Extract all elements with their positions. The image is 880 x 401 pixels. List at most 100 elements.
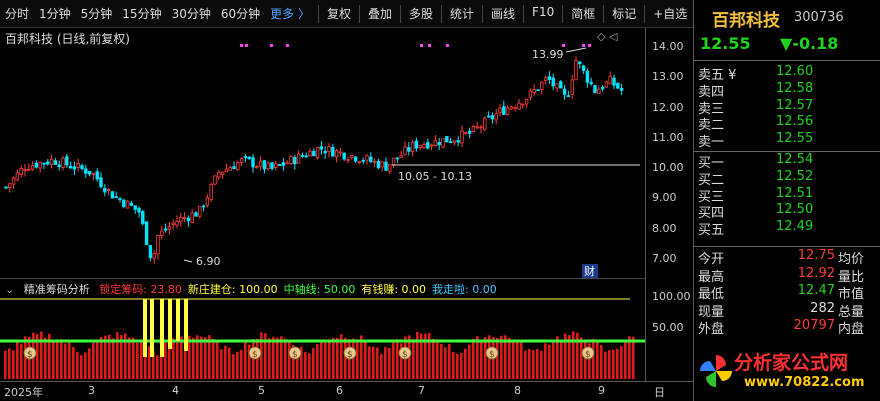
lock-bar <box>268 338 271 379</box>
candle-body <box>323 150 327 154</box>
price-change: ▼-0.18 <box>780 34 839 53</box>
candle-body <box>182 217 187 219</box>
build-spike <box>168 299 172 349</box>
book-label: 卖一 <box>698 135 725 151</box>
lock-bar <box>176 339 179 379</box>
candle-body <box>91 172 96 175</box>
candle-body <box>384 161 388 171</box>
book-price: 12.58 <box>776 80 814 96</box>
period-tab-1[interactable]: 1分钟 <box>34 5 76 22</box>
candle-body <box>122 199 126 207</box>
candle-body <box>604 81 609 88</box>
candle-body <box>479 126 483 129</box>
lock-bar <box>552 341 555 379</box>
candle-body <box>528 90 533 98</box>
date-tick-6: 8 <box>514 384 521 397</box>
candle-body <box>369 156 373 163</box>
lock-bar <box>388 347 391 379</box>
money-bag-symbol: $ <box>292 350 298 360</box>
more-periods-button[interactable]: 更多 〉 <box>265 5 315 22</box>
tool-button-2[interactable]: 多股 <box>404 5 438 23</box>
candle-body <box>517 102 521 110</box>
period-tab-5[interactable]: 60分钟 <box>216 5 265 22</box>
lock-bar <box>324 342 327 379</box>
candle-body <box>236 162 240 171</box>
tool-button-6[interactable]: 简框 <box>566 5 600 23</box>
candle-body <box>437 141 441 146</box>
period-tab-0[interactable]: 分时 <box>0 5 34 22</box>
lock-bar <box>336 337 339 379</box>
lock-bar <box>12 350 15 379</box>
tool-button-3[interactable]: 统计 <box>445 5 479 23</box>
candle-body <box>141 211 145 224</box>
lock-bar <box>548 344 551 379</box>
expand-icon[interactable]: ◇ ◁ <box>597 30 617 43</box>
candle-body <box>380 161 384 168</box>
lock-bar <box>628 336 631 379</box>
date-tick-5: 7 <box>418 384 425 397</box>
logo-url: www.70822.com <box>744 375 865 390</box>
price-tick-6: 8.00 <box>652 221 677 235</box>
candle-body <box>315 147 320 159</box>
lock-bar <box>512 342 515 379</box>
candle-body <box>19 168 23 175</box>
lock-bar <box>96 339 99 379</box>
tool-button-0[interactable]: 复权 <box>322 5 356 23</box>
candle-body <box>502 106 506 115</box>
lock-bar <box>180 336 183 379</box>
lock-bar <box>448 343 451 379</box>
candle-body <box>547 76 552 81</box>
tool-button-8[interactable]: +自选 <box>648 5 692 23</box>
tool-button-5[interactable]: F10 <box>527 5 559 23</box>
tool-button-7[interactable]: 标记 <box>607 5 641 23</box>
lock-bar <box>432 338 435 379</box>
signal-dot <box>588 44 591 47</box>
lock-bar <box>496 337 499 379</box>
lock-bar <box>612 349 615 379</box>
candle-body <box>255 166 259 169</box>
candle-body <box>448 141 453 144</box>
price-tick-1: 13.00 <box>652 70 684 84</box>
indicator-pane[interactable]: $ $ $ $ $ $ $ ⌄ 精准筹码分析 锁定筹码: 23.80 新庄建仓: 100.00… <box>0 278 645 381</box>
book-price: 12.55 <box>776 131 814 147</box>
book-price: 12.51 <box>776 185 814 201</box>
kline-chart[interactable]: 13.99 6.90 10.05 - 10.13 财 百邦科技 (日线,前复权) ◇ … <box>0 28 645 278</box>
bid-row-0: 买一 12.54 <box>694 152 880 171</box>
lock-bar <box>168 344 171 379</box>
period-tabs: 分时 1分钟 5分钟 15分钟 30分钟 60分钟 <box>0 5 265 22</box>
candle-body <box>608 75 612 85</box>
tool-button-1[interactable]: 叠加 <box>363 5 397 23</box>
candle-body <box>217 171 221 178</box>
stat-label: 现量 <box>698 304 725 320</box>
candle-body <box>262 160 267 170</box>
tool-button-4[interactable]: 画线 <box>486 5 520 23</box>
candle-body <box>232 166 236 170</box>
lock-bar <box>472 338 475 379</box>
period-tab-3[interactable]: 15分钟 <box>117 5 166 22</box>
lock-bar <box>456 353 459 379</box>
candle-body <box>498 107 502 114</box>
kline-canvas: 13.99 6.90 10.05 - 10.13 财 <box>4 44 640 278</box>
collapse-icon[interactable]: ⌄ <box>5 283 14 296</box>
candle-body <box>433 139 438 146</box>
candle-body <box>441 138 445 148</box>
lock-bar <box>68 341 71 379</box>
candle-body <box>251 157 255 168</box>
period-tab-4[interactable]: 30分钟 <box>167 5 216 22</box>
range-label: 10.05 - 10.13 <box>398 170 472 183</box>
candle-body <box>555 83 559 89</box>
stat-label: 最高 <box>698 269 725 285</box>
candle-body <box>312 150 316 157</box>
lock-bar <box>200 336 203 379</box>
indicator-value-3: 有钱赚: 0.00 <box>361 283 427 296</box>
indicator-tick-1: 50.00 <box>652 321 684 334</box>
candle-body <box>509 106 514 110</box>
period-tab-2[interactable]: 5分钟 <box>76 5 118 22</box>
date-tick-4: 6 <box>336 384 343 397</box>
lock-bar <box>88 348 91 379</box>
candle-body <box>247 156 251 160</box>
candle-body <box>597 88 601 95</box>
candle-body <box>483 117 487 130</box>
lock-bar <box>8 348 11 379</box>
lock-bar <box>204 337 207 379</box>
